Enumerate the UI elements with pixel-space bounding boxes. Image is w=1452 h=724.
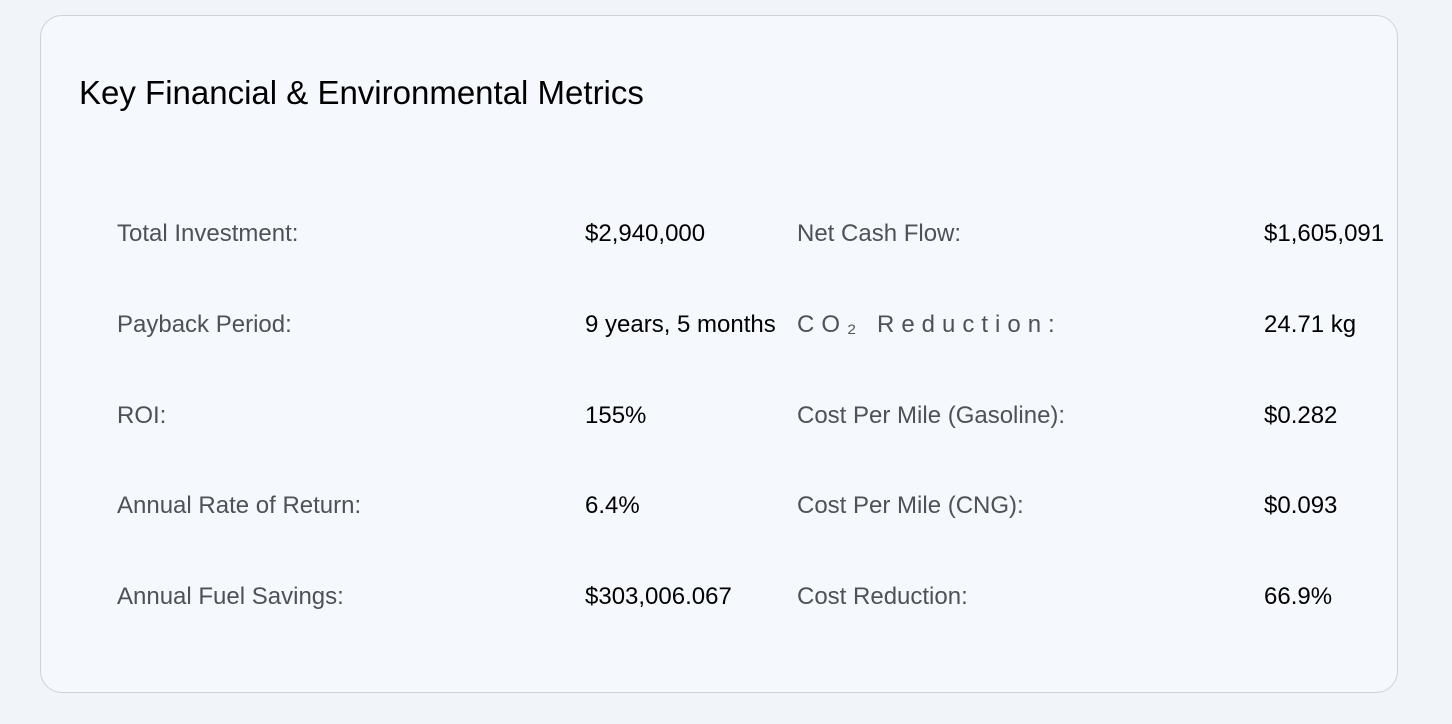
metric-row: Total Investment: $2,940,000 Net Cash Fl… — [117, 214, 1399, 254]
co2-reduction-label: CO₂ Reduction: — [797, 311, 1062, 338]
card-title: Key Financial & Environmental Metrics — [79, 74, 644, 111]
metrics-card: Key Financial & Environmental Metrics To… — [40, 15, 1398, 693]
payback-period-label: Payback Period: — [117, 311, 292, 338]
metric-row: Annual Fuel Savings: $303,006.067 Cost R… — [117, 577, 1399, 617]
metric-row: Annual Rate of Return: 6.4% Cost Per Mil… — [117, 486, 1399, 526]
metric-row: Payback Period: 9 years, 5 months CO₂ Re… — [117, 305, 1399, 345]
cost-reduction-value: 66.9% — [1264, 583, 1333, 610]
annual-fuel-savings-label: Annual Fuel Savings: — [117, 583, 344, 610]
cost-reduction-label: Cost Reduction: — [797, 583, 968, 610]
cost-per-mile-gasoline-label: Cost Per Mile (Gasoline): — [797, 402, 1066, 429]
roi-value: 155% — [585, 402, 647, 429]
metric-row: ROI: 155% Cost Per Mile (Gasoline): $0.2… — [117, 396, 1399, 436]
annual-rate-of-return-label: Annual Rate of Return: — [117, 492, 362, 519]
cost-per-mile-gasoline-value: $0.282 — [1264, 402, 1338, 429]
annual-fuel-savings-value: $303,006.067 — [585, 583, 732, 610]
cost-per-mile-cng-value: $0.093 — [1264, 492, 1338, 519]
co2-reduction-value: 24.71 kg — [1264, 311, 1357, 338]
net-cash-flow-label: Net Cash Flow: — [797, 220, 962, 247]
roi-label: ROI: — [117, 402, 167, 429]
payback-period-value: 9 years, 5 months — [585, 311, 776, 338]
total-investment-label: Total Investment: — [117, 220, 299, 247]
total-investment-value: $2,940,000 — [585, 220, 706, 247]
cost-per-mile-cng-label: Cost Per Mile (CNG): — [797, 492, 1024, 519]
annual-rate-of-return-value: 6.4% — [585, 492, 640, 519]
net-cash-flow-value: $1,605,091 — [1264, 220, 1385, 247]
